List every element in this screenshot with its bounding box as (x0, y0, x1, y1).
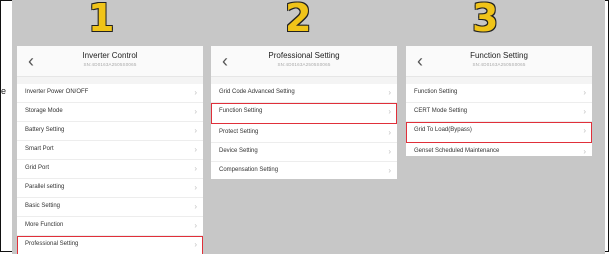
menu-item-function-setting[interactable]: Function Setting › (211, 103, 397, 124)
menu-item-label: Basic Setting (25, 203, 61, 209)
chevron-right-icon: › (583, 88, 586, 97)
menu-item-parallel-setting[interactable]: Parallel setting › (17, 179, 203, 198)
menu-item-label: Grid Code Advanced Setting (219, 89, 295, 95)
screen-title: Professional Setting (268, 51, 340, 60)
chevron-right-icon: › (388, 88, 391, 97)
menu-item-label: More Function (25, 222, 64, 228)
chevron-right-icon: › (194, 240, 197, 249)
chevron-right-icon: › (194, 88, 197, 97)
menu-item-label: Smart Port (25, 146, 54, 152)
step-number-1: 1 (88, 0, 115, 40)
chevron-right-icon: › (194, 202, 197, 211)
screen-header: ‹ Function Setting SN:4D0163A2505S0065 (406, 46, 592, 77)
serial-number: SN:4D0163A2505S0065 (472, 62, 526, 67)
menu-item-label: Function Setting (219, 108, 263, 114)
menu-item-grid-port[interactable]: Grid Port › (17, 160, 203, 179)
menu-item-cert-mode-setting[interactable]: CERT Mode Setting › (406, 103, 592, 122)
menu-item-inverter-power[interactable]: Inverter Power ON/OFF › (17, 84, 203, 103)
menu-item-label: Storage Mode (25, 108, 63, 114)
menu-item-smart-port[interactable]: Smart Port › (17, 141, 203, 160)
settings-list: Grid Code Advanced Setting › Function Set… (211, 77, 397, 179)
menu-item-professional-setting[interactable]: Professional Setting › (17, 236, 203, 254)
menu-item-function-setting[interactable]: Function Setting › (406, 84, 592, 103)
settings-list: Inverter Power ON/OFF › Storage Mode › Bat… (17, 77, 203, 254)
menu-item-label: Grid To Load(Bypass) (414, 127, 472, 133)
chevron-right-icon: › (388, 166, 391, 175)
screen-title: Inverter Control (82, 51, 138, 60)
menu-item-label: CERT Mode Setting (414, 108, 468, 114)
menu-item-label: Genset Scheduled Maintenance (414, 148, 500, 154)
menu-item-genset-scheduled-maintenance[interactable]: Genset Scheduled Maintenance › (406, 143, 592, 156)
menu-item-compensation-setting[interactable]: Compensation Setting › (211, 162, 397, 179)
menu-item-label: Compensation Setting (219, 167, 279, 173)
chevron-right-icon: › (194, 145, 197, 154)
chevron-right-icon: › (388, 128, 391, 137)
menu-item-label: Protect Setting (219, 129, 259, 135)
menu-item-label: Device Setting (219, 148, 258, 154)
chevron-right-icon: › (388, 147, 391, 156)
menu-item-battery-setting[interactable]: Battery Setting › (17, 122, 203, 141)
screen-title: Function Setting (470, 51, 528, 60)
chevron-right-icon: › (194, 107, 197, 116)
professional-setting-screen: ‹ Professional Setting SN:4D0163A2505S00… (211, 46, 397, 179)
menu-item-grid-to-load-bypass[interactable]: Grid To Load(Bypass) › (406, 122, 592, 143)
menu-item-label: Grid Port (25, 165, 50, 171)
menu-item-label: Professional Setting (25, 241, 79, 247)
menu-item-storage-mode[interactable]: Storage Mode › (17, 103, 203, 122)
step-number-2: 2 (285, 0, 312, 40)
serial-number: SN:4D0163A2505S0065 (277, 62, 331, 67)
menu-item-protect-setting[interactable]: Protect Setting › (211, 124, 397, 143)
menu-item-label: Inverter Power ON/OFF (25, 89, 89, 95)
chevron-right-icon: › (194, 164, 197, 173)
chevron-right-icon: › (583, 126, 586, 135)
chevron-right-icon: › (194, 126, 197, 135)
chevron-right-icon: › (583, 147, 586, 156)
function-setting-screen: ‹ Function Setting SN:4D0163A2505S0065 F… (406, 46, 592, 156)
menu-item-label: Parallel setting (25, 184, 65, 190)
chevron-right-icon: › (388, 107, 391, 116)
menu-item-more-function[interactable]: More Function › (17, 217, 203, 236)
edge-text: e (1, 86, 7, 96)
serial-number: SN:4D0163A2505S0065 (83, 62, 137, 67)
menu-item-label: Battery Setting (25, 127, 65, 133)
screen-header: ‹ Inverter Control SN:4D0163A2505S0065 (17, 46, 203, 77)
menu-item-grid-code-advanced[interactable]: Grid Code Advanced Setting › (211, 84, 397, 103)
step-number-3: 3 (472, 0, 499, 40)
chevron-right-icon: › (583, 107, 586, 116)
tutorial-canvas: 1 2 3 ‹ Inverter Control SN:4D0163A2505S… (12, 0, 605, 254)
menu-item-device-setting[interactable]: Device Setting › (211, 143, 397, 162)
chevron-right-icon: › (194, 183, 197, 192)
inverter-control-screen: ‹ Inverter Control SN:4D0163A2505S0065 I… (17, 46, 203, 254)
menu-item-label: Function Setting (414, 89, 458, 95)
settings-list: Function Setting › CERT Mode Setting › Gri… (406, 77, 592, 156)
chevron-right-icon: › (194, 221, 197, 230)
screen-header: ‹ Professional Setting SN:4D0163A2505S00… (211, 46, 397, 77)
menu-item-basic-setting[interactable]: Basic Setting › (17, 198, 203, 217)
